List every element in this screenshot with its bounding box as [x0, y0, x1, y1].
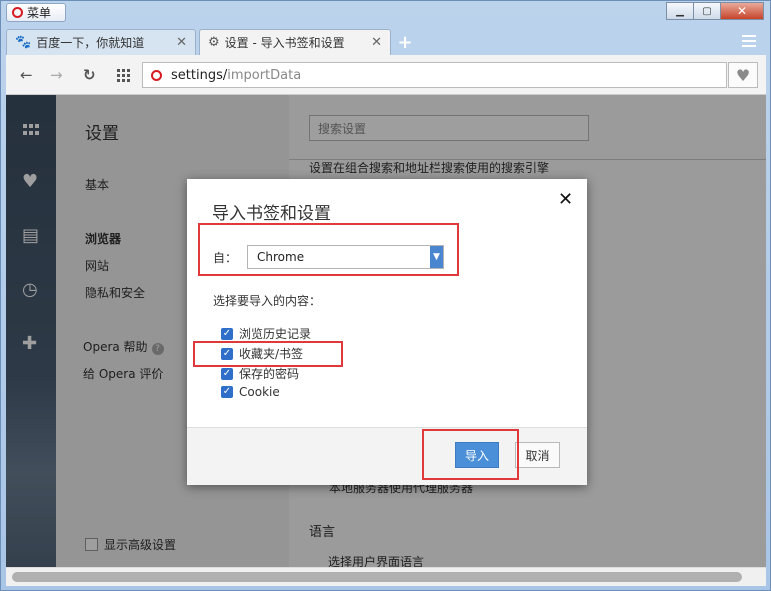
url-path: importData — [227, 67, 302, 83]
address-bar[interactable]: settings/importData — [142, 62, 727, 88]
tab-settings-import[interactable]: ⚙ 设置 - 导入书签和设置 ✕ — [199, 29, 391, 55]
reload-icon[interactable]: ↻ — [83, 66, 96, 84]
tab-title: 设置 - 导入书签和设置 — [224, 36, 345, 50]
forward-arrow-icon[interactable]: → — [50, 66, 63, 84]
highlight-box-source — [198, 223, 459, 276]
dialog-close-icon[interactable]: ✕ — [558, 189, 573, 210]
tab-close-icon[interactable]: ✕ — [176, 35, 187, 50]
paw-icon: 🐾 — [15, 35, 32, 50]
dialog-title: 导入书签和设置 — [212, 204, 331, 224]
option-history-checkbox[interactable]: ✓ 浏览历史记录 — [221, 325, 311, 342]
opera-menu-button[interactable]: 菜单 — [6, 3, 66, 22]
navigation-bar: ← → ↻ settings/importData ♥ — [6, 55, 766, 95]
tab-title: 百度一下，你就知道 — [36, 36, 145, 50]
menu-label: 菜单 — [27, 6, 52, 20]
opera-logo-icon — [151, 69, 162, 81]
tab-close-icon[interactable]: ✕ — [371, 35, 382, 50]
option-cookie-checkbox[interactable]: ✓ Cookie — [221, 385, 280, 399]
url-prefix: settings/ — [171, 67, 228, 83]
maximize-button[interactable]: ▢ — [693, 2, 721, 20]
window-close-button[interactable]: ✕ — [720, 2, 764, 20]
window-controls: ▁ ▢ ✕ — [666, 2, 764, 20]
browser-window: 菜单 ▁ ▢ ✕ 🐾 百度一下，你就知道 ✕ ⚙ 设置 - 导入书签和设置 ✕ … — [0, 0, 771, 591]
gear-icon: ⚙ — [208, 35, 220, 50]
bookmark-heart-icon[interactable]: ♥ — [728, 62, 758, 88]
back-arrow-icon[interactable]: ← — [20, 66, 33, 84]
check-icon: ✓ — [221, 367, 233, 380]
check-icon: ✓ — [221, 386, 233, 398]
option-label: Cookie — [239, 385, 280, 399]
highlight-box-bookmarks — [193, 341, 343, 367]
tab-baidu[interactable]: 🐾 百度一下，你就知道 ✕ — [6, 29, 196, 55]
option-label: 浏览历史记录 — [239, 327, 312, 341]
option-passwords-checkbox[interactable]: ✓ 保存的密码 — [221, 365, 299, 382]
cancel-button[interactable]: 取消 — [515, 442, 560, 468]
minimize-button[interactable]: ▁ — [666, 2, 694, 20]
horizontal-scrollbar[interactable] — [6, 567, 766, 586]
dialog-footer: 导入 取消 — [187, 427, 587, 485]
tab-menu-icon[interactable] — [742, 35, 756, 47]
speed-dial-icon[interactable] — [117, 69, 130, 82]
choose-label: 选择要导入的内容： — [213, 294, 322, 308]
option-label: 保存的密码 — [239, 367, 300, 381]
new-tab-button[interactable]: + — [394, 29, 416, 55]
scrollbar-thumb[interactable] — [12, 572, 742, 582]
tab-strip: 🐾 百度一下，你就知道 ✕ ⚙ 设置 - 导入书签和设置 ✕ + — [6, 29, 416, 55]
highlight-box-import — [422, 429, 519, 480]
check-icon: ✓ — [221, 327, 233, 340]
opera-logo-icon — [12, 7, 23, 18]
